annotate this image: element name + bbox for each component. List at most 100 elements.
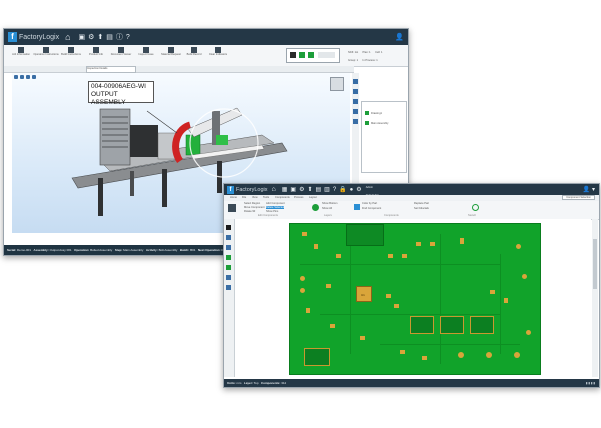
box-icon[interactable]: ▣ (290, 186, 296, 193)
step-counter (318, 52, 335, 58)
ribbon-item-rotate[interactable]: Rotate 90 (244, 210, 255, 213)
pan-tool-icon[interactable] (226, 235, 231, 240)
grid-icon[interactable]: ▦ (282, 186, 288, 193)
ic-block[interactable] (440, 316, 464, 334)
tab-process[interactable]: Process (294, 196, 303, 199)
ic-block[interactable] (470, 316, 494, 334)
window-pcb-editor: f FactoryLogix ⌂ ▦ ▣ ⚙ ⬆ ▤ ▥ ? 🔒 ● ⚙ Adm… (223, 183, 600, 388)
group-info: Group: 1 (348, 59, 359, 62)
scroll-thumb[interactable] (593, 239, 597, 289)
ribbon-item-find-component[interactable]: Find Component (362, 207, 381, 210)
lock-icon[interactable]: 🔒 (339, 186, 346, 193)
status-label: Serial: (7, 248, 17, 252)
connector-block[interactable] (346, 224, 384, 246)
measure-tool-icon[interactable] (226, 255, 231, 260)
tab-file[interactable]: File (242, 196, 246, 199)
ic-block[interactable] (410, 316, 434, 334)
tab-tools[interactable]: Tools (263, 196, 269, 199)
upload-icon[interactable]: ⬆ (97, 33, 103, 41)
status-value: Bolted Assembly (90, 248, 113, 252)
inspect-label: Inspect Issue (138, 53, 154, 56)
title-bar: f FactoryLogix ⌂ ▣ ⚙ ⬆ ▤ ⓘ ? 👤 (4, 29, 408, 45)
pin-tool-icon[interactable] (226, 275, 231, 280)
step-prev-button[interactable] (290, 52, 296, 58)
inspection-tab[interactable]: Inspection Details (86, 66, 136, 73)
tree-item-drawing[interactable]: Drawing1 (365, 110, 405, 116)
ribbon-item-add-component[interactable]: Add Component (266, 202, 285, 205)
pad (430, 242, 435, 246)
home-icon[interactable]: ⌂ (272, 186, 276, 193)
stencil-icon[interactable] (472, 204, 479, 211)
pad (460, 238, 464, 244)
tree-item-main[interactable]: Main Assembly (365, 120, 405, 126)
product-info-button[interactable]: Product Info (85, 47, 107, 56)
build-instructions-button[interactable]: Build Instructions (60, 47, 82, 56)
vertical-scrollbar[interactable] (592, 219, 598, 377)
trace (320, 314, 500, 315)
material-request-button[interactable]: Material Request (160, 47, 182, 56)
clear-indicators-button[interactable]: Clear Indicators (207, 47, 229, 56)
ribbon-item-delete-selected[interactable]: Delete Selected (266, 206, 285, 209)
ribbon-item-show-pins[interactable]: Show Pins (266, 210, 278, 213)
job-info-button[interactable]: Job Information (10, 47, 32, 56)
side-tool-2-icon[interactable] (353, 89, 358, 94)
settings-icon[interactable]: ⚙ (299, 186, 304, 193)
tab-view[interactable]: View (252, 196, 258, 199)
inductor[interactable] (304, 348, 330, 366)
step-play-button[interactable] (299, 52, 305, 58)
tab-layout[interactable]: Layout (309, 196, 317, 199)
pad (388, 254, 393, 258)
inspect-issue-button[interactable]: Inspect Issue (135, 47, 157, 56)
chart-icon[interactable]: ▥ (324, 186, 330, 193)
build-record-button[interactable]: Build Record (185, 47, 203, 56)
settings-icon[interactable]: ⚙ (88, 33, 94, 41)
side-tool-3-icon[interactable] (353, 99, 358, 104)
side-tool-5-icon[interactable] (353, 119, 358, 124)
pad (486, 352, 492, 358)
main-chip[interactable]: U1 (356, 286, 372, 302)
pad (526, 330, 531, 335)
callout-line-2: OUTPUT ASSEMBLY (91, 91, 126, 106)
info-icon[interactable]: ⓘ (116, 32, 123, 42)
quick-find[interactable]: Component Selection (562, 195, 595, 200)
ribbon-item-color-by-part[interactable]: Color by Part (362, 202, 377, 205)
motor-housing (99, 108, 131, 166)
ribbon-item-replace-part[interactable]: Replace Part (414, 202, 429, 205)
ribbon-item-show-all[interactable]: Show All (322, 207, 332, 210)
view-cube-icon[interactable] (330, 77, 344, 91)
step-next-button[interactable] (308, 52, 314, 58)
side-tool-4-icon[interactable] (353, 109, 358, 114)
ribbon-big-icon[interactable] (228, 204, 236, 212)
ribbon-item-show-bottom[interactable]: Show Bottom (322, 202, 337, 205)
ribbon-item-move-component[interactable]: Move Component (244, 206, 264, 209)
user-icon[interactable]: 👤 (395, 33, 404, 41)
upload-icon[interactable]: ⬆ (307, 186, 312, 193)
pcb-board[interactable]: U1 (289, 223, 541, 375)
pcb-canvas[interactable]: U1 (235, 219, 591, 377)
select-tool-icon[interactable] (226, 225, 231, 230)
side-tool-1-icon[interactable] (353, 79, 358, 84)
user-name: Admin (365, 185, 374, 189)
save-icon[interactable]: ▤ (316, 186, 322, 193)
operation-instructions-button[interactable]: Operation Instructions (33, 47, 59, 56)
layer-tool-icon[interactable] (226, 265, 231, 270)
docs-icon[interactable]: ▣ (79, 33, 86, 41)
chart-icon[interactable]: ▤ (106, 33, 113, 41)
help-icon[interactable]: ? (333, 187, 336, 193)
flip-tool-icon[interactable] (226, 285, 231, 290)
ribbon-item-set-fiducials[interactable]: Set Fiducials (414, 207, 429, 210)
tab-home[interactable]: Home (230, 196, 237, 199)
ribbon-item-select-region[interactable]: Select Region (244, 202, 260, 205)
left-toolbox (224, 219, 235, 377)
group-stencil: Stencil (468, 214, 476, 217)
zoom-tool-icon[interactable] (226, 245, 231, 250)
user-icon[interactable]: 👤 ▾ (583, 186, 595, 193)
document-viewer-button[interactable]: Document Viewer (110, 47, 132, 56)
ribbon-icon-compare[interactable] (354, 204, 360, 210)
layer-toggle-icon[interactable] (312, 204, 319, 211)
help-icon[interactable]: ? (126, 34, 130, 41)
tab-components[interactable]: Components (275, 196, 290, 199)
person-icon[interactable]: ● (350, 187, 354, 193)
gear-icon[interactable]: ⚙ (356, 186, 361, 193)
home-icon[interactable]: ⌂ (65, 32, 70, 42)
